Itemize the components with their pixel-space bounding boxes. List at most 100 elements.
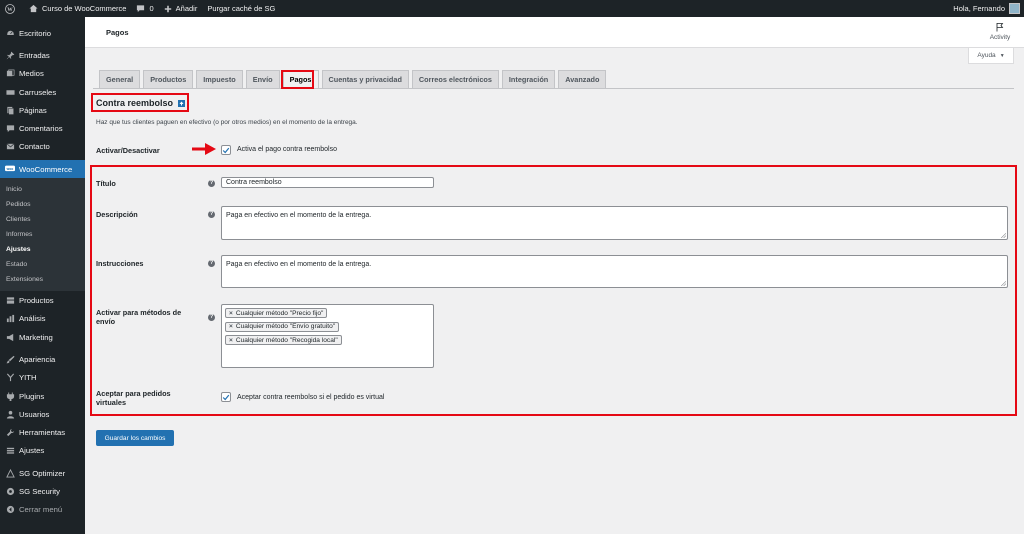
svg-text:woo: woo (6, 167, 14, 171)
enable-label: Activar/Desactivar (96, 146, 160, 155)
enable-checkbox[interactable] (221, 145, 231, 155)
wrench-icon (5, 428, 15, 438)
settings-icon (5, 446, 15, 456)
site-name: Curso de WooCommerce (42, 4, 127, 13)
wordpress-logo[interactable]: W (0, 0, 24, 17)
carousel-icon (5, 87, 15, 97)
sidebar-item-label: Entradas (19, 50, 50, 60)
sidebar-item-woocommerce[interactable]: woo WooCommerce (0, 160, 85, 179)
activity-label: Activity (989, 34, 1011, 41)
user-icon (5, 409, 15, 419)
sidebar-item-plugins[interactable]: Plugins (0, 387, 85, 405)
sidebar-item-productos[interactable]: Productos (0, 291, 85, 309)
purge-cache-link[interactable]: Purgar caché de SG (202, 0, 280, 17)
sidebar-item-label: YITH (19, 373, 37, 383)
sidebar-item-medios[interactable]: Medios (0, 65, 85, 83)
help-label: Ayuda (977, 52, 996, 59)
comments-link[interactable]: 0 (131, 0, 158, 17)
submenu-item-ajustes[interactable]: Ajustes (0, 242, 85, 257)
submenu-item-pedidos[interactable]: Pedidos (0, 197, 85, 212)
sidebar-item-label: Escritorio (19, 28, 52, 38)
site-name-link[interactable]: Curso de WooCommerce (24, 0, 131, 17)
sidebar-item-paginas[interactable]: Páginas (0, 101, 85, 119)
sidebar-item-label: Marketing (19, 332, 53, 342)
add-new-label: Añadir (175, 4, 198, 13)
checkmark-icon (222, 147, 230, 153)
submenu-item-informes[interactable]: Informes (0, 227, 85, 242)
megaphone-icon (5, 332, 15, 342)
flag-icon (996, 23, 1004, 32)
sidebar-item-label: Productos (19, 296, 54, 306)
admin-sidebar: Escritorio Entradas Medios Carruseles Pá… (0, 17, 85, 534)
sidebar-item-label: Cerrar menú (19, 505, 63, 515)
tab-productos[interactable]: Productos (143, 70, 194, 88)
tab-avanzado[interactable]: Avanzado (558, 70, 607, 88)
woocommerce-icon: woo (5, 164, 15, 174)
mail-icon (5, 142, 15, 152)
optimizer-icon (5, 468, 15, 478)
comment-icon (137, 5, 145, 13)
admin-bar: W Curso de WooCommerce 0 Añadir Purgar c… (0, 0, 1024, 17)
sidebar-item-marketing[interactable]: Marketing (0, 328, 85, 346)
products-icon (5, 296, 15, 306)
sidebar-item-label: Apariencia (19, 354, 56, 364)
tab-impuesto[interactable]: Impuesto (196, 70, 243, 88)
annotation-highlight-title (91, 93, 189, 112)
account-menu[interactable]: Hola, Fernando (953, 3, 1024, 14)
sidebar-item-label: Páginas (19, 105, 47, 115)
sidebar-item-entradas[interactable]: Entradas (0, 46, 85, 64)
sidebar-item-sg-optimizer[interactable]: SG Optimizer (0, 464, 85, 482)
sidebar-item-label: Comentarios (19, 124, 63, 134)
tabs-divider (93, 88, 1014, 89)
sidebar-item-label: Ajustes (19, 446, 45, 456)
add-new-link[interactable]: Añadir (159, 0, 203, 17)
chart-icon (5, 314, 15, 324)
tab-general[interactable]: General (99, 70, 141, 88)
save-button[interactable]: Guardar los cambios (96, 430, 174, 446)
help-button[interactable]: Ayuda ▼ (968, 48, 1014, 64)
tab-envio[interactable]: Envío (245, 70, 280, 88)
sidebar-item-comentarios[interactable]: Comentarios (0, 119, 85, 137)
sidebar-item-label: SG Security (19, 486, 61, 496)
pages-icon (5, 105, 15, 115)
annotation-arrow-icon (192, 143, 216, 155)
tab-integracion[interactable]: Integración (501, 70, 556, 88)
collapse-icon (5, 505, 15, 515)
activity-button[interactable]: Activity (986, 22, 1014, 41)
sidebar-item-carruseles[interactable]: Carruseles (0, 83, 85, 101)
annotation-highlight-form (90, 165, 1017, 416)
dashboard-icon (5, 28, 15, 38)
sidebar-item-yith[interactable]: YITH (0, 369, 85, 387)
enable-checkbox-label: Activa el pago contra reembolso (237, 146, 337, 153)
submenu-item-estado[interactable]: Estado (0, 257, 85, 272)
sidebar-item-sg-security[interactable]: SG Security (0, 482, 85, 500)
plus-icon (164, 5, 171, 12)
sidebar-item-label: SG Optimizer (19, 468, 66, 478)
woocommerce-header: Pagos Activity (85, 17, 1024, 48)
sidebar-item-escritorio[interactable]: Escritorio (0, 24, 85, 42)
sidebar-item-usuarios[interactable]: Usuarios (0, 405, 85, 423)
tab-correos[interactable]: Correos electrónicos (411, 70, 499, 88)
purge-cache-label: Purgar caché de SG (207, 4, 276, 13)
woocommerce-submenu: Inicio Pedidos Clientes Informes Ajustes… (0, 178, 85, 292)
sidebar-item-analisis[interactable]: Análisis (0, 310, 85, 328)
wordpress-icon: W (5, 3, 15, 14)
tab-cuentas[interactable]: Cuentas y privacidad (321, 70, 409, 88)
settings-tabs: General Productos Impuesto Envío Pagos C… (99, 70, 609, 88)
sidebar-item-apariencia[interactable]: Apariencia (0, 350, 85, 368)
brush-icon (5, 354, 15, 364)
sidebar-item-ajustes[interactable]: Ajustes (0, 442, 85, 460)
submenu-item-clientes[interactable]: Clientes (0, 212, 85, 227)
sidebar-item-label: Herramientas (19, 428, 66, 438)
caret-down-icon: ▼ (999, 52, 1005, 59)
pin-icon (5, 50, 15, 60)
submenu-item-extensiones[interactable]: Extensiones (0, 272, 85, 287)
sidebar-item-label: Plugins (19, 391, 45, 401)
avatar (1009, 3, 1020, 14)
sidebar-item-herramientas[interactable]: Herramientas (0, 423, 85, 441)
submenu-item-inicio[interactable]: Inicio (0, 182, 85, 197)
home-icon (29, 4, 38, 13)
sidebar-item-label: Usuarios (19, 409, 50, 419)
sidebar-item-collapse[interactable]: Cerrar menú (0, 501, 85, 519)
sidebar-item-contacto[interactable]: Contacto (0, 138, 85, 156)
